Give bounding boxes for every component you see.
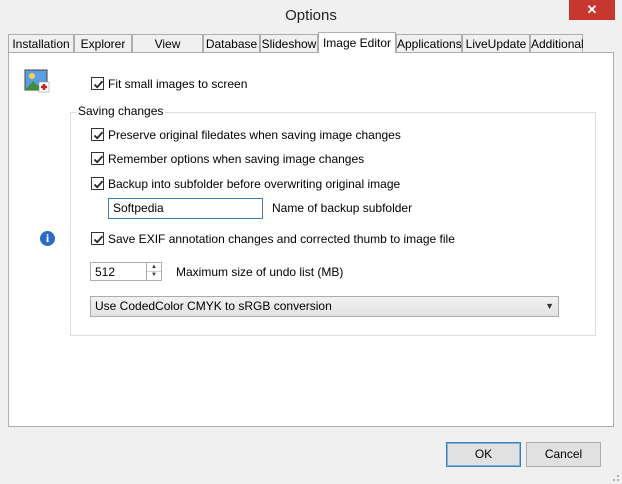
tab-installation[interactable]: Installation bbox=[8, 34, 74, 52]
cmyk-conversion-select[interactable]: Use CodedColor CMYK to sRGB conversion ▼ bbox=[90, 296, 559, 317]
close-icon: ✕ bbox=[586, 2, 598, 17]
preserve-filedates-checkbox[interactable] bbox=[91, 128, 104, 141]
tab-liveupdate[interactable]: LiveUpdate bbox=[462, 34, 530, 52]
ok-button[interactable]: OK bbox=[446, 442, 521, 467]
window-title: Options bbox=[285, 7, 337, 24]
fit-small-images-label: Fit small images to screen bbox=[108, 77, 248, 91]
backup-subfolder-name-input[interactable]: Softpedia bbox=[108, 198, 263, 219]
tab-applications[interactable]: Applications bbox=[396, 34, 462, 52]
title-bar: Options ✕ bbox=[0, 0, 622, 30]
saving-changes-title: Saving changes bbox=[76, 104, 166, 118]
cancel-button[interactable]: Cancel bbox=[526, 442, 601, 467]
checkmark-icon bbox=[93, 131, 104, 140]
remember-options-checkbox[interactable] bbox=[91, 152, 104, 165]
tab-explorer[interactable]: Explorer bbox=[74, 34, 132, 52]
cmyk-conversion-value: Use CodedColor CMYK to sRGB conversion bbox=[95, 299, 332, 313]
undo-size-stepper[interactable]: 512 ▲ ▼ bbox=[90, 262, 162, 281]
tab-database[interactable]: Database bbox=[203, 34, 260, 52]
backup-subfolder-checkbox[interactable] bbox=[91, 177, 104, 190]
stepper-buttons: ▲ ▼ bbox=[146, 263, 161, 280]
tab-image-editor[interactable]: Image Editor bbox=[318, 32, 396, 53]
stepper-down-icon[interactable]: ▼ bbox=[147, 271, 161, 279]
close-button[interactable]: ✕ bbox=[569, 0, 615, 20]
undo-size-label: Maximum size of undo list (MB) bbox=[176, 265, 344, 279]
backup-subfolder-name-label: Name of backup subfolder bbox=[272, 201, 413, 215]
tab-additional[interactable]: Additional bbox=[530, 34, 584, 52]
tab-view-options[interactable]: View Options bbox=[132, 34, 203, 69]
checkmark-icon bbox=[93, 155, 104, 164]
checkmark-icon bbox=[93, 180, 104, 189]
chevron-down-icon: ▼ bbox=[545, 301, 554, 311]
undo-size-value: 512 bbox=[95, 265, 116, 279]
tab-slideshow[interactable]: Slideshow bbox=[260, 34, 318, 52]
preserve-filedates-label: Preserve original filedates when saving … bbox=[108, 128, 401, 142]
remember-options-label: Remember options when saving image chang… bbox=[108, 152, 365, 166]
fit-small-images-checkbox[interactable] bbox=[91, 77, 104, 90]
checkmark-icon bbox=[93, 235, 104, 244]
checkmark-icon bbox=[93, 80, 104, 89]
info-icon[interactable]: i bbox=[40, 231, 55, 246]
save-exif-label: Save EXIF annotation changes and correct… bbox=[108, 232, 455, 246]
save-exif-checkbox[interactable] bbox=[91, 232, 104, 245]
backup-subfolder-label: Backup into subfolder before overwriting… bbox=[108, 177, 401, 191]
image-editor-icon bbox=[24, 69, 50, 93]
resize-grip-icon[interactable] bbox=[610, 472, 620, 482]
